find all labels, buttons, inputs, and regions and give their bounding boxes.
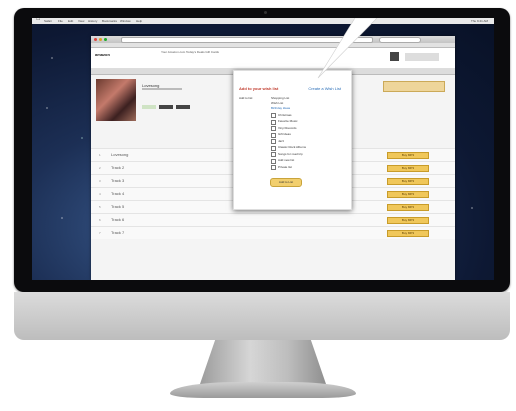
list-checkbox[interactable] (271, 165, 276, 170)
list-checkbox[interactable] (271, 132, 276, 138)
monitor-stand (200, 340, 326, 384)
screen:  Safari File Edit View History Bookmark… (32, 18, 494, 280)
list-checkbox[interactable] (271, 158, 276, 164)
list-checkbox-label: Gift Ideas (278, 132, 291, 136)
track-name[interactable]: Track 2 (111, 165, 124, 170)
track-name[interactable]: Track 6 (111, 217, 124, 222)
apple-menu-icon[interactable]:  (36, 18, 41, 22)
menu-item[interactable]: Safari (44, 18, 52, 24)
track-name[interactable]: Track 7 (111, 230, 124, 235)
album-cover[interactable] (96, 79, 136, 121)
add-to-list-button[interactable]: Add to List (270, 178, 302, 187)
buy-mp3-button[interactable]: Buy MP3 (387, 178, 429, 185)
track-row[interactable]: 6 Track 6 Buy MP3 (91, 213, 455, 226)
format-button[interactable] (176, 105, 190, 109)
buy-box[interactable] (383, 81, 445, 92)
format-button[interactable] (142, 105, 156, 109)
menubar-clock: Thu 9:41 AM (470, 19, 488, 23)
track-number: 5 (99, 205, 101, 209)
wishlist-popup: Add to your wish list Create a Wish List… (233, 70, 352, 210)
menu-item[interactable]: Edit (68, 18, 73, 24)
site-nav[interactable]: Your Amazon.com Today's Deals Gift Cards (161, 50, 219, 54)
list-label: Add to list: (239, 96, 254, 100)
buy-mp3-button[interactable]: Buy MP3 (387, 204, 429, 211)
track-name[interactable]: Track 3 (111, 178, 124, 183)
cart-area[interactable] (405, 53, 439, 61)
mac-menubar:  Safari File Edit View History Bookmark… (32, 18, 494, 24)
list-checkbox-label: Songs for road trip (278, 151, 303, 156)
buy-mp3-button[interactable]: Buy MP3 (387, 191, 429, 198)
list-option[interactable]: Wish List (271, 101, 283, 105)
track-number: 1 (99, 153, 101, 157)
callout-tail (317, 18, 378, 79)
track-number: 6 (99, 218, 101, 222)
list-checkbox[interactable] (271, 119, 276, 125)
album-artist-line (142, 88, 182, 90)
menu-item[interactable]: View (78, 18, 84, 24)
list-checkbox[interactable] (271, 126, 276, 131)
track-name[interactable]: Track 5 (111, 204, 124, 209)
create-list-link[interactable]: Create a Wish List (308, 86, 341, 91)
list-option[interactable]: Birthday Ideas (271, 106, 290, 110)
menu-item[interactable]: File (58, 18, 63, 24)
track-name[interactable]: Lovesong (111, 152, 128, 157)
monitor-chin (14, 292, 510, 340)
popup-title: Add to your wish list (239, 86, 279, 91)
camera (264, 11, 267, 14)
menu-item[interactable]: History (88, 18, 97, 24)
buy-mp3-button[interactable]: Buy MP3 (387, 165, 429, 172)
menu-item[interactable]: Bookmarks (102, 18, 117, 24)
list-checkbox-label: Christmas (278, 112, 292, 117)
track-number: 4 (99, 192, 101, 196)
zoom-icon[interactable] (104, 38, 107, 41)
buy-mp3-button[interactable]: Buy MP3 (387, 230, 429, 237)
format-button[interactable] (159, 105, 173, 109)
list-checkbox[interactable] (271, 113, 276, 118)
list-checkbox[interactable] (271, 139, 276, 144)
list-checkbox-label: Private list (278, 164, 292, 169)
list-checkbox-label: Jazz (278, 138, 285, 143)
menu-item[interactable]: Help (136, 18, 142, 24)
list-checkbox[interactable] (271, 145, 276, 151)
minimize-icon[interactable] (99, 38, 102, 41)
list-checkbox-label: Favorite Music (278, 119, 298, 123)
track-number: 7 (99, 231, 101, 235)
track-number: 2 (99, 166, 101, 170)
track-number: 3 (99, 179, 101, 183)
track-name[interactable]: Track 4 (111, 191, 124, 196)
close-icon[interactable] (94, 38, 97, 41)
buy-mp3-button[interactable]: Buy MP3 (387, 152, 429, 159)
list-checkbox-label: Vinyl Records (278, 125, 297, 130)
monitor-stand-base (170, 382, 356, 398)
list-checkbox-label: Classic Rock Albums (278, 145, 307, 149)
track-row[interactable]: 7 Track 7 Buy MP3 (91, 226, 455, 239)
list-option[interactable]: Shopping List (271, 96, 289, 100)
site-logo[interactable]: amazon (95, 52, 110, 57)
buy-mp3-button[interactable]: Buy MP3 (387, 217, 429, 224)
menu-item[interactable]: Window (120, 18, 131, 24)
list-checkbox-label: Add new list (278, 158, 295, 162)
list-checkbox[interactable] (271, 152, 276, 157)
